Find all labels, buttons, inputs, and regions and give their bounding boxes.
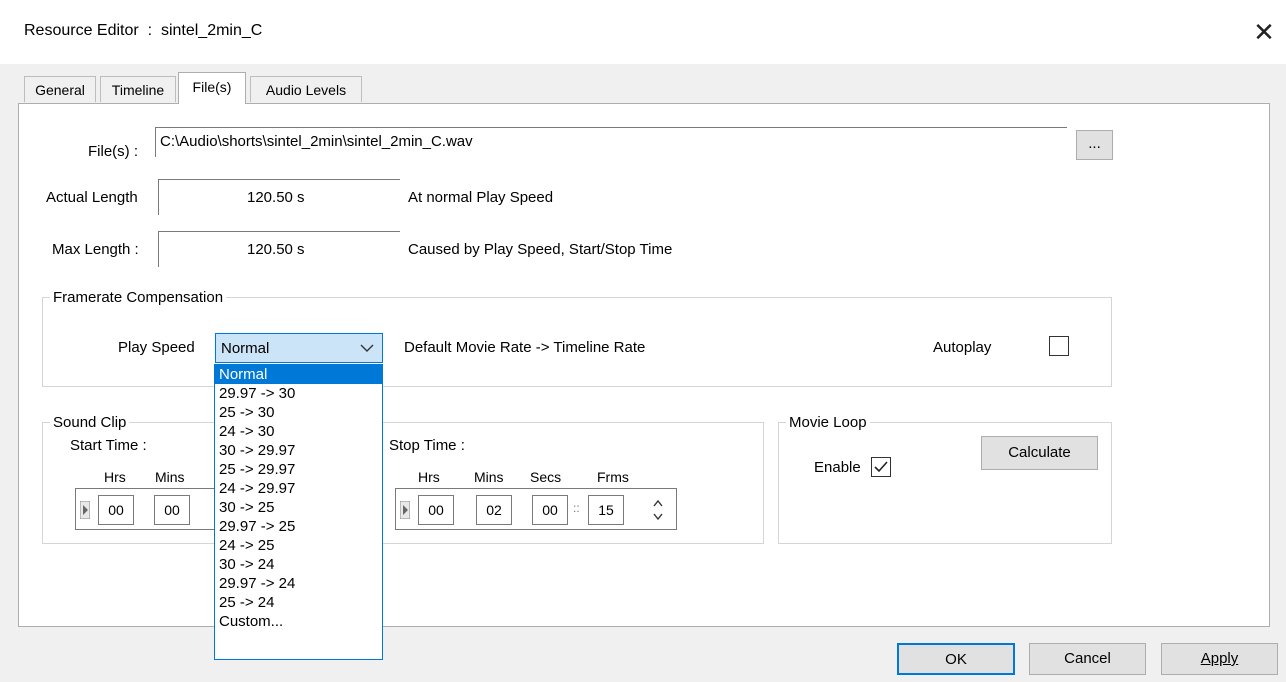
dropdown-option[interactable]: 30 -> 24 — [215, 555, 382, 574]
framerate-group-title: Framerate Compensation — [50, 289, 227, 306]
actual-length-value: 120.50 s — [247, 189, 305, 206]
start-hrs-input[interactable]: 00 — [98, 495, 134, 525]
start-mins-header: Mins — [155, 469, 185, 485]
frame-separator-icon: :: — [573, 501, 580, 515]
dropdown-option[interactable]: 29.97 -> 24 — [215, 574, 382, 593]
dropdown-option[interactable]: 25 -> 30 — [215, 403, 382, 422]
play-speed-label: Play Speed — [118, 339, 195, 356]
checkmark-icon — [874, 461, 888, 473]
stop-secs-header: Secs — [530, 469, 562, 485]
tab-timeline[interactable]: Timeline — [100, 76, 176, 102]
play-marker-icon — [400, 501, 410, 519]
chevron-down-icon — [360, 344, 374, 352]
max-length-note: Caused by Play Speed, Start/Stop Time — [408, 241, 673, 258]
dropdown-option[interactable]: 25 -> 29.97 — [215, 460, 382, 479]
stop-mins-input[interactable]: 02 — [476, 495, 512, 525]
dropdown-option[interactable]: Normal — [215, 365, 382, 384]
dropdown-option[interactable]: Custom... — [215, 612, 382, 631]
tab-general[interactable]: General — [24, 76, 96, 102]
sound-clip-title: Sound Clip — [50, 414, 130, 431]
calculate-button[interactable]: Calculate — [981, 436, 1098, 470]
tab-audio-levels[interactable]: Audio Levels — [250, 76, 362, 102]
dropdown-option[interactable]: 29.97 -> 30 — [215, 384, 382, 403]
dropdown-option[interactable]: 25 -> 24 — [215, 593, 382, 612]
actual-length-note: At normal Play Speed — [408, 189, 554, 206]
autoplay-checkbox[interactable] — [1049, 336, 1069, 356]
dropdown-option[interactable]: 30 -> 25 — [215, 498, 382, 517]
play-speed-select[interactable]: Normal — [215, 333, 383, 363]
movie-loop-title: Movie Loop — [786, 414, 870, 431]
max-length-value: 120.50 s — [247, 241, 305, 258]
dropdown-option[interactable]: 24 -> 25 — [215, 536, 382, 555]
stop-secs-input[interactable]: 00 — [532, 495, 568, 525]
stop-frms-header: Frms — [597, 469, 629, 485]
start-hrs-header: Hrs — [104, 469, 126, 485]
enable-checkbox[interactable] — [871, 457, 891, 477]
tab-files[interactable]: File(s) — [178, 72, 246, 104]
dropdown-option[interactable]: 24 -> 30 — [215, 422, 382, 441]
apply-button[interactable]: Apply — [1161, 643, 1278, 675]
play-speed-value: Normal — [221, 340, 270, 357]
ok-button[interactable]: OK — [897, 643, 1015, 675]
window-title: Resource Editor : sintel_2min_C — [24, 22, 263, 39]
actual-length-label: Actual Length — [46, 189, 138, 206]
stop-time-label: Stop Time : — [389, 437, 465, 454]
play-speed-dropdown: Normal 29.97 -> 30 25 -> 30 24 -> 30 30 … — [214, 364, 383, 660]
close-icon[interactable]: ✕ — [1246, 14, 1282, 50]
stop-hrs-header: Hrs — [418, 469, 440, 485]
stop-hrs-input[interactable]: 00 — [418, 495, 454, 525]
autoplay-label: Autoplay — [933, 339, 992, 356]
start-time-label: Start Time : — [70, 437, 147, 454]
files-label: File(s) : — [88, 143, 138, 160]
dropdown-option[interactable]: 29.97 -> 25 — [215, 517, 382, 536]
file-path-field[interactable]: C:\Audio\shorts\sintel_2min\sintel_2min_… — [155, 127, 1067, 157]
max-length-label: Max Length : — [52, 241, 139, 258]
enable-label: Enable — [814, 459, 861, 476]
dropdown-option[interactable]: 30 -> 29.97 — [215, 441, 382, 460]
start-time-control[interactable]: 00 00 — [75, 488, 215, 530]
start-mins-input[interactable]: 00 — [154, 495, 190, 525]
actual-length-field: 120.50 s — [158, 179, 400, 215]
max-length-field: 120.50 s — [158, 231, 400, 267]
rate-note: Default Movie Rate -> Timeline Rate — [404, 339, 646, 356]
stop-time-control[interactable]: 00 02 00 :: 15 — [395, 488, 677, 530]
cancel-button[interactable]: Cancel — [1029, 643, 1146, 675]
browse-button[interactable]: ... — [1076, 130, 1113, 160]
stop-frms-input[interactable]: 15 — [588, 495, 624, 525]
dropdown-option[interactable]: 24 -> 29.97 — [215, 479, 382, 498]
stop-mins-header: Mins — [474, 469, 504, 485]
file-path-value: C:\Audio\shorts\sintel_2min\sintel_2min_… — [160, 133, 473, 150]
play-marker-icon — [80, 501, 90, 519]
spinner-updown-icon[interactable] — [652, 497, 664, 523]
